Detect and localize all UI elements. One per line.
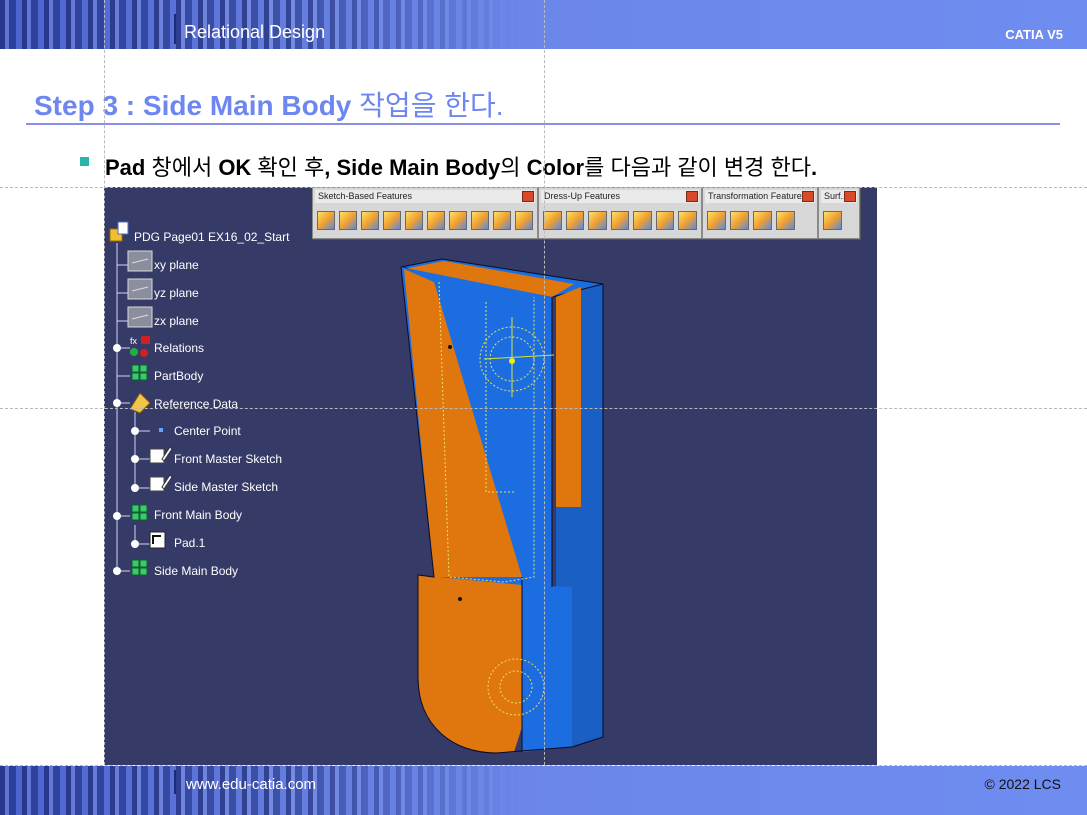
tree-item-relations[interactable]: Relations (154, 341, 204, 355)
partbody-icon (131, 364, 148, 381)
instruction-text: Pad 창에서 OK 확인 후, Side Main Body의 Color를 … (105, 155, 818, 180)
footer-url[interactable]: www.edu-catia.com (186, 776, 316, 793)
tree-root[interactable]: PDG Page01 EX16_02_Start (134, 230, 289, 244)
plane-icon (127, 278, 153, 300)
step-title-prefix: Step 3 : Side Main Body (34, 90, 352, 121)
footer-divider (174, 770, 176, 794)
body-icon (131, 504, 148, 521)
point-icon (159, 428, 163, 432)
tree-item-front-main-body[interactable]: Front Main Body (154, 508, 242, 522)
tree-item-center-point[interactable]: Center Point (174, 424, 241, 438)
step-title-suffix: 작업을 한다. (351, 90, 504, 121)
tree-item-partbody[interactable]: PartBody (154, 369, 203, 383)
sketch-icon (149, 474, 173, 492)
plane-icon (127, 306, 153, 328)
svg-text:fx: fx (130, 336, 138, 346)
catia-viewport[interactable]: Sketch-Based Features Dress-Up Features (104, 187, 877, 765)
tree-item-front-master-sketch[interactable]: Front Master Sketch (174, 452, 282, 466)
tree-item-yz-plane[interactable]: yz plane (154, 286, 199, 300)
tree-item-side-main-body[interactable]: Side Main Body (154, 564, 238, 578)
reference-data-icon (129, 392, 151, 414)
slide-footer: www.edu-catia.com © 2022 LCS (0, 766, 1087, 815)
plane-icon (127, 250, 153, 272)
header-divider (174, 14, 176, 44)
guide-line-vertical (104, 0, 105, 815)
header-title: Relational Design (184, 22, 326, 42)
title-underline (26, 123, 1060, 125)
part-3d-model (400, 258, 604, 754)
tree-item-side-master-sketch[interactable]: Side Master Sketch (174, 480, 278, 494)
pad-icon (149, 531, 166, 549)
body-icon (131, 559, 148, 576)
sketch-icon (149, 446, 173, 464)
guide-line-vertical (544, 0, 545, 815)
part-root-icon (109, 221, 129, 242)
header-brand: CATIA V5 (1005, 27, 1063, 42)
relations-icon: fx (130, 336, 150, 357)
tree-item-xy-plane[interactable]: xy plane (154, 258, 199, 272)
tree-item-zx-plane[interactable]: zx plane (154, 314, 199, 328)
tree-item-pad-1[interactable]: Pad.1 (174, 536, 205, 550)
spec-tree-graphics: fx (109, 221, 604, 754)
footer-copyright: © 2022 LCS (984, 776, 1061, 792)
bullet-icon (80, 157, 89, 166)
